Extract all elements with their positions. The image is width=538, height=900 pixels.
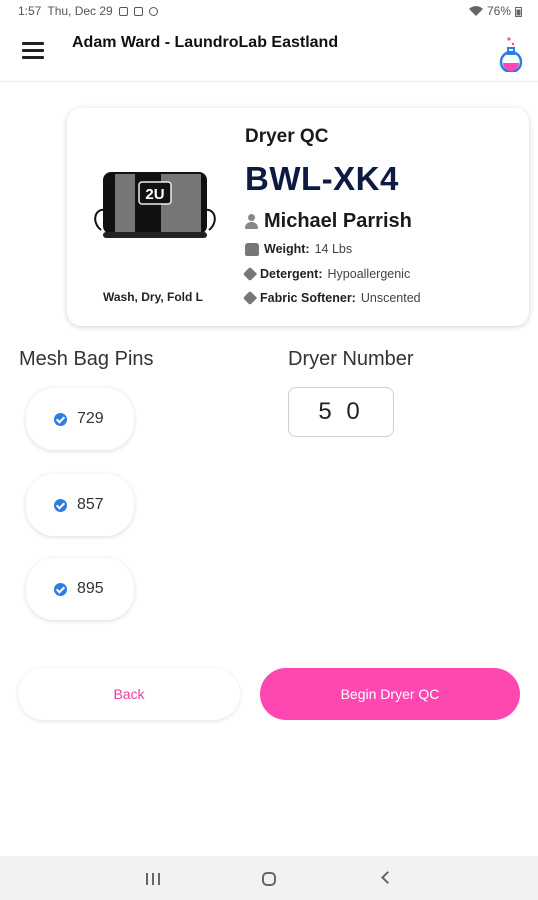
dryer-number-label: Dryer Number (288, 348, 414, 370)
status-time: 1:57 (18, 4, 42, 18)
weight-label: Weight: (264, 242, 310, 256)
battery-icon (515, 6, 522, 17)
home-icon[interactable] (262, 872, 276, 886)
bag-logo-label: 2U (145, 186, 164, 203)
sync-notification-icon (148, 6, 158, 16)
pin-number: 857 (77, 496, 104, 513)
laundry-bag-image: 2U (94, 172, 216, 238)
weight-value: 14 Lbs (314, 242, 353, 256)
check-circle-icon (54, 582, 67, 596)
person-icon (245, 214, 258, 229)
mesh-bag-pins-label: Mesh Bag Pins (19, 348, 154, 370)
wifi-icon (468, 5, 483, 16)
check-circle-icon (54, 412, 67, 426)
pin-item[interactable]: 857 (26, 474, 134, 536)
gallery-notification-icon (118, 6, 128, 16)
status-bar: 1:57 Thu, Dec 29 76% (0, 0, 538, 22)
pin-number: 729 (77, 410, 104, 427)
softener-label: Fabric Softener: (260, 291, 356, 305)
app-notification-icon (133, 6, 143, 16)
status-date: Thu, Dec 29 (47, 4, 113, 18)
softener-value: Unscented (360, 291, 421, 305)
tag-icon (242, 290, 258, 306)
flask-logo-icon (499, 37, 523, 72)
weight-icon (245, 242, 259, 256)
recent-apps-icon[interactable] (146, 873, 160, 885)
detergent-row: Detergent: Hypoallergenic (242, 266, 411, 282)
dryer-number-input[interactable]: 5 0 (288, 387, 394, 437)
tag-icon (242, 266, 258, 282)
begin-dryer-qc-button[interactable]: Begin Dryer QC (260, 668, 520, 720)
softener-row: Fabric Softener: Unscented (242, 290, 421, 306)
customer-name-text: Michael Parrish (264, 210, 412, 232)
customer-name: Michael Parrish (245, 210, 412, 233)
hamburger-menu-icon[interactable] (22, 42, 44, 60)
pin-item[interactable]: 895 (26, 558, 134, 620)
detergent-value: Hypoallergenic (327, 267, 411, 281)
qc-title: Dryer QC (245, 126, 329, 147)
status-right: 76% (468, 4, 522, 18)
status-left: 1:57 Thu, Dec 29 (18, 4, 158, 18)
pin-item[interactable]: 729 (26, 388, 134, 450)
back-nav-icon[interactable] (381, 871, 394, 884)
weight-row: Weight: 14 Lbs (245, 242, 352, 256)
system-nav-bar (0, 856, 538, 900)
service-label: Wash, Dry, Fold L (103, 290, 204, 304)
pin-number: 895 (77, 580, 104, 597)
check-circle-icon (54, 498, 67, 512)
back-button[interactable]: Back (18, 668, 240, 720)
battery-percent: 76% (486, 4, 511, 18)
detergent-label: Detergent: (260, 267, 323, 281)
bag-code: BWL-XK4 (245, 160, 399, 197)
page-title: Adam Ward - LaundroLab Eastland (72, 34, 339, 51)
app-bar: Adam Ward - LaundroLab Eastland (0, 22, 538, 82)
bag-info-card: 2U Wash, Dry, Fold L Dryer QC BWL-XK4 Mi… (67, 108, 529, 326)
